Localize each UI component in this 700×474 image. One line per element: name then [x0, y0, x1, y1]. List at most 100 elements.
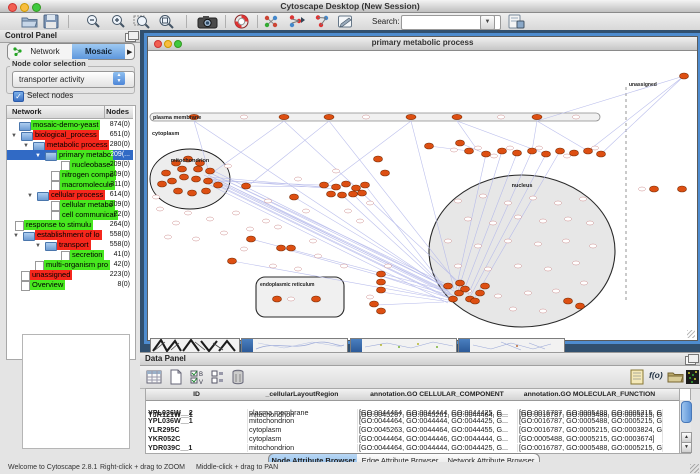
tree-row[interactable]: Overview8(0) — [7, 280, 133, 290]
network-view-window: primary metabolic process — [147, 36, 698, 341]
attribute-table: ID _cellularLayoutRegion annotation.GO C… — [145, 388, 691, 454]
zoom-selected-icon[interactable] — [133, 14, 150, 29]
window-titlebar: Cytoscape Desktop (New Session) — [0, 0, 700, 13]
group-label: Node color selection — [10, 59, 88, 68]
tree-row[interactable]: macromolecule311(0) — [7, 180, 133, 190]
help-lifering-icon[interactable] — [233, 14, 250, 29]
unselect-attributes-icon[interactable] — [211, 369, 227, 385]
tree-row[interactable]: ▼biological_process651(0) — [7, 130, 133, 140]
window-titlebar-fragment — [459, 339, 470, 352]
save-session-icon[interactable] — [43, 14, 60, 29]
table-scrollbar[interactable]: ▲ ▼ — [679, 400, 691, 453]
data-panel-title: Data Panel — [140, 353, 700, 366]
svg-text:B: B — [199, 372, 203, 378]
column-header-region[interactable]: _cellularLayoutRegion — [247, 389, 358, 401]
select-nodes-label: Select nodes — [27, 91, 73, 100]
window-titlebar-fragment — [351, 339, 362, 352]
create-network-view-icon[interactable] — [287, 14, 307, 29]
minimized-network-window[interactable] — [150, 338, 240, 353]
tree-row[interactable]: nitrogen compo209(0) — [7, 170, 133, 180]
float-panel-icon[interactable] — [125, 33, 136, 42]
control-panel: Control Panel Network Mosaic ▶ Node colo… — [0, 30, 141, 462]
data-panel: Data Panel BV f(o) ID _cellularLayoutRe — [140, 352, 700, 467]
mosaic-matrix-icon[interactable] — [686, 369, 699, 385]
tab-network[interactable]: Network — [8, 44, 72, 59]
minimized-network-window[interactable] — [241, 338, 348, 353]
tree-col-nodes[interactable]: Nodes — [106, 106, 129, 118]
column-header-cellular-component[interactable]: annotation.GO CELLULAR_COMPONENT — [357, 389, 518, 401]
tabs-overflow-icon[interactable]: ▶ — [127, 48, 132, 56]
column-header-empty — [662, 389, 680, 401]
zoom-fit-icon[interactable] — [157, 14, 174, 29]
window-resize-grip[interactable] — [687, 330, 695, 338]
tree-col-network[interactable]: Network — [12, 106, 42, 118]
tree-row[interactable]: ▼establishment of lo558(0) — [7, 230, 133, 240]
select-attributes-icon[interactable]: BV — [190, 369, 206, 385]
window-titlebar-fragment — [242, 339, 253, 352]
tree-row[interactable]: cell communicat22(0) — [7, 210, 133, 220]
annotation-icon[interactable] — [337, 14, 354, 29]
float-panel-icon[interactable] — [685, 356, 696, 365]
dropdown-stepper-icon[interactable]: ▲▼ — [113, 72, 125, 85]
new-attribute-icon[interactable] — [168, 369, 184, 385]
tree-row[interactable]: nucleobase-209(0) — [7, 160, 133, 170]
tree-row[interactable]: mosaic-demo-yeast874(0) — [7, 120, 133, 130]
zoom-in-icon[interactable] — [110, 14, 127, 29]
zoom-out-icon[interactable] — [85, 14, 102, 29]
column-header-id[interactable]: ID — [146, 389, 248, 401]
tree-row-selected[interactable]: ▼primary metabo209(... — [7, 150, 133, 160]
network-tree: Network Nodes mosaic-demo-yeast874(0) ▼b… — [6, 105, 136, 360]
search-label: Search: — [372, 17, 400, 26]
network-desktop: primary metabolic process — [140, 30, 700, 352]
control-panel-tabs: Network Mosaic ▶ — [7, 43, 135, 60]
attribute-editor-icon[interactable] — [630, 369, 646, 385]
unassigned-label: unassigned — [629, 82, 657, 88]
minimized-network-window[interactable] — [350, 338, 457, 353]
delete-attribute-icon[interactable] — [230, 369, 246, 385]
data-panel-toolbar: BV f(o) — [140, 366, 700, 389]
plasma-membrane-label: plasma membrane — [153, 115, 201, 121]
birdseye-view[interactable] — [22, 334, 130, 449]
mitochondrion-label: mitochondrion — [171, 158, 210, 164]
network-canvas[interactable]: plasma membrane cytoplasm mitochondrion … — [148, 51, 695, 339]
file-icon — [21, 281, 30, 291]
app-resize-grip[interactable] — [690, 464, 699, 473]
edit-network-icon[interactable] — [313, 14, 333, 29]
svg-text:V: V — [199, 380, 203, 385]
select-nodes-checkbox[interactable]: ✓ — [13, 91, 24, 102]
tab-mosaic[interactable]: Mosaic — [72, 44, 125, 59]
import-attributes-icon[interactable] — [667, 369, 683, 385]
function-builder-icon[interactable]: f(o) — [649, 370, 663, 380]
scrollbar-thumb[interactable] — [681, 401, 692, 423]
status-welcome: Welcome to Cytoscape 2.8.1 — [8, 462, 97, 474]
tree-row[interactable]: ▼transport558(0) — [7, 240, 133, 250]
destroy-network-icon[interactable] — [263, 14, 280, 29]
attribute-table-icon[interactable] — [146, 369, 162, 385]
cytoplasm-label: cytoplasm — [152, 131, 179, 137]
nucleus-label: nucleus — [512, 183, 533, 189]
snapshot-camera-icon[interactable] — [197, 14, 218, 29]
network-tab-icon — [13, 47, 22, 56]
search-dropdown-icon[interactable]: ▼ — [480, 15, 495, 30]
scroll-down-icon[interactable]: ▼ — [681, 442, 692, 453]
status-hint-pan: Middle-click + drag to PAN — [196, 462, 278, 474]
tree-row[interactable]: ▼metabolic process280(0) — [7, 140, 133, 150]
minimized-network-window[interactable] — [458, 338, 565, 353]
tree-row[interactable]: multi-organism pro42(0) — [7, 260, 133, 270]
tree-row[interactable]: response to stimulu264(0) — [7, 220, 133, 230]
tree-row[interactable]: secretion41(0) — [7, 250, 133, 260]
main-toolbar: Search: ▼ — [0, 13, 700, 31]
control-panel-title: Control Panel — [0, 30, 140, 43]
search-settings-icon[interactable] — [507, 14, 526, 29]
tree-row[interactable]: cellular metabo209(0) — [7, 200, 133, 210]
status-hint-zoom: Right-click + drag to ZOOM — [100, 462, 185, 474]
tree-header: Network Nodes — [7, 106, 133, 119]
tree-row[interactable]: ▼cellular process614(0) — [7, 190, 133, 200]
tree-row[interactable]: unassigned223(0) — [7, 270, 133, 280]
endoplasmic-reticulum-label: endoplasmic reticulum — [260, 282, 315, 288]
network-window-titlebar[interactable]: primary metabolic process — [148, 37, 697, 51]
open-session-icon[interactable] — [21, 14, 38, 29]
nucleus-region — [429, 175, 615, 327]
column-header-molecular-function[interactable]: annotation.GO MOLECULAR_FUNCTION — [517, 389, 663, 401]
app-title: Cytoscape Desktop (New Session) — [0, 1, 700, 11]
